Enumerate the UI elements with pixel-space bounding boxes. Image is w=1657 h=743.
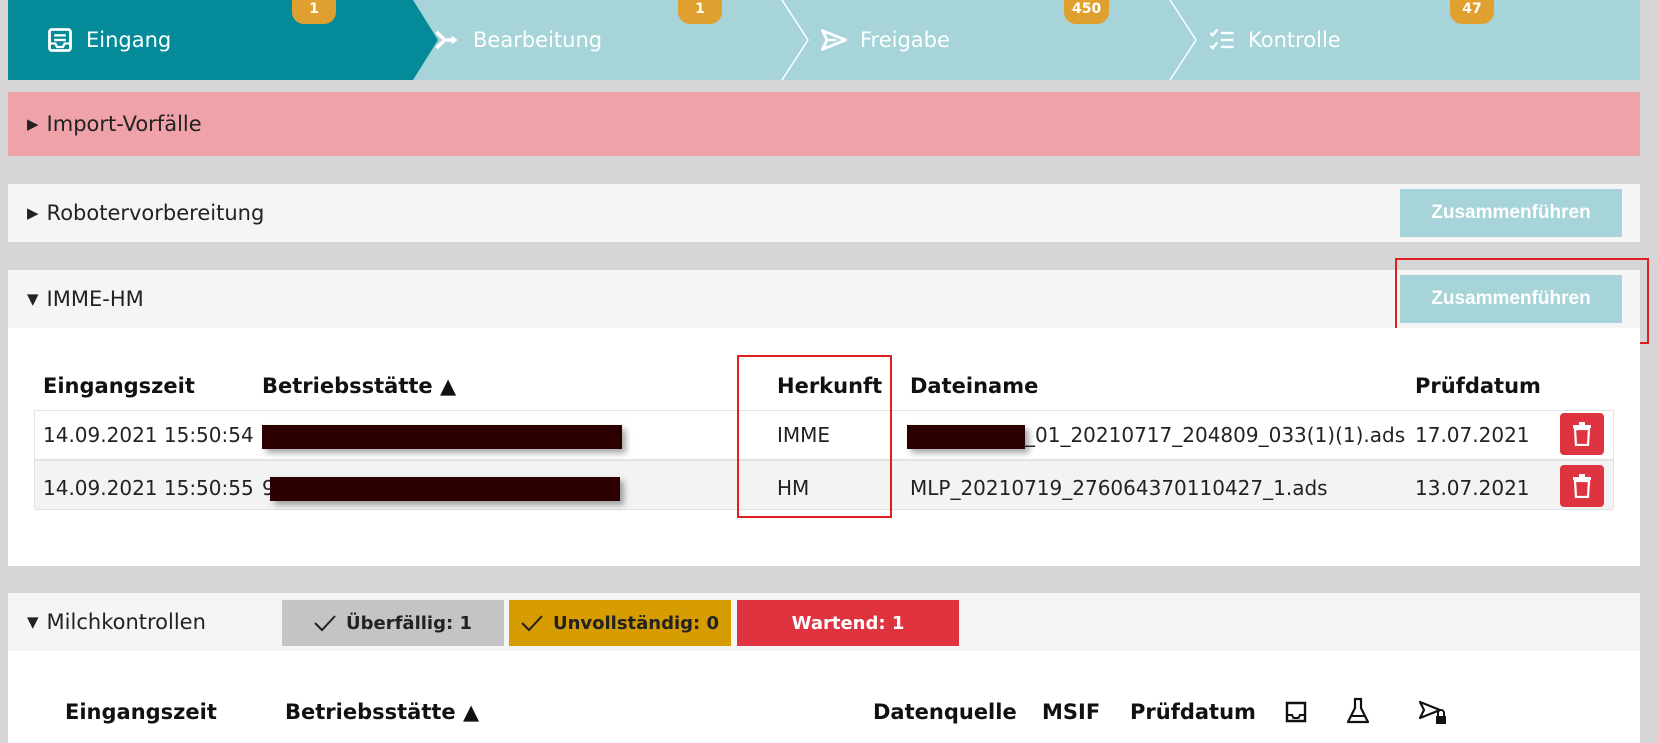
col-header-betriebsstaette[interactable]: Betriebsstätte ▲ [285, 700, 479, 724]
filter-label: Wartend: 1 [791, 612, 905, 634]
milch-table-panel [8, 651, 1640, 743]
col-header-pruefdatum[interactable]: Prüfdatum [1130, 700, 1256, 724]
step-kontrolle[interactable]: Kontrolle [1208, 0, 1341, 80]
step-label: Bearbeitung [473, 28, 603, 52]
filter-label: Überfällig: 1 [346, 612, 472, 634]
inbox-icon [48, 28, 72, 52]
cell-pruefdatum: 13.07.2021 [1415, 476, 1530, 500]
step-freigabe[interactable]: Freigabe [820, 0, 950, 80]
filter-overdue[interactable]: Überfällig: 1 [282, 600, 504, 646]
chevron-divider [781, 0, 809, 80]
cell-eingangszeit: 14.09.2021 15:50:55 [43, 476, 254, 500]
col-header-eingangszeit[interactable]: Eingangszeit [43, 374, 195, 398]
section-title: Import-Vorfälle [46, 112, 202, 136]
step-label: Freigabe [860, 28, 950, 52]
send-icon [820, 29, 848, 51]
cell-pruefdatum: 17.07.2021 [1415, 423, 1530, 447]
cell-eingangszeit: 14.09.2021 15:50:54 [43, 423, 254, 447]
workflow-stepper: Eingang 1 Bearbeitung 1 Freigabe 450 Kon… [8, 0, 1640, 80]
step-label: Eingang [86, 28, 172, 52]
trash-icon [1573, 422, 1591, 446]
redacted-betriebsstaette [262, 425, 622, 449]
checklist-icon [1209, 28, 1234, 50]
section-robotervorbereitung[interactable]: ▶ Robotervorbereitung Zusammenführen [8, 184, 1640, 242]
section-title: Milchkontrollen [46, 610, 206, 634]
cell-dateiname: MLP_20210719_276064370110427_1.ads [910, 476, 1328, 500]
step-count-badge: 47 [1450, 0, 1494, 24]
branch-icon [435, 30, 458, 50]
col-header-datenquelle[interactable]: Datenquelle [873, 700, 1017, 724]
delete-button[interactable] [1560, 465, 1604, 507]
col-header-eingangszeit[interactable]: Eingangszeit [65, 700, 217, 724]
cell-dateiname: _01_20210717_204809_033(1)(1).ads [1025, 423, 1406, 447]
collapse-triangle-icon: ▼ [27, 613, 39, 631]
trash-icon [1573, 474, 1591, 498]
inbox-icon[interactable] [1284, 700, 1308, 724]
col-header-msif[interactable]: MSIF [1042, 700, 1100, 724]
expand-triangle-icon: ▶ [27, 204, 39, 222]
send-lock-icon[interactable] [1418, 698, 1448, 726]
chevron-divider [1169, 0, 1197, 80]
expand-triangle-icon: ▶ [27, 115, 39, 133]
redacted-betriebsstaette [270, 477, 620, 501]
merge-button[interactable]: Zusammenführen [1400, 189, 1622, 237]
flask-icon[interactable] [1345, 697, 1371, 725]
step-eingang[interactable]: Eingang [8, 0, 438, 80]
collapse-triangle-icon: ▼ [27, 290, 39, 308]
section-title: Robotervorbereitung [46, 201, 265, 225]
check-icon [314, 615, 336, 632]
col-header-betriebsstaette[interactable]: Betriebsstätte ▲ [262, 374, 456, 398]
delete-button[interactable] [1560, 413, 1604, 455]
step-count-badge: 1 [292, 0, 336, 24]
col-header-pruefdatum[interactable]: Prüfdatum [1415, 374, 1541, 398]
redacted-filename-prefix [907, 425, 1025, 449]
section-import-vorfaelle[interactable]: ▶ Import-Vorfälle [8, 92, 1640, 156]
section-title: IMME-HM [46, 287, 144, 311]
check-icon [521, 615, 543, 632]
step-count-badge: 1 [678, 0, 722, 24]
highlight-box-herkunft [737, 355, 892, 518]
filter-waiting[interactable]: Wartend: 1 [737, 600, 959, 646]
step-count-badge: 450 [1064, 0, 1110, 24]
step-label: Kontrolle [1248, 28, 1341, 52]
col-header-dateiname[interactable]: Dateiname [910, 374, 1038, 398]
step-bearbeitung[interactable]: Bearbeitung [433, 0, 602, 80]
filter-incomplete[interactable]: Unvollständig: 0 [509, 600, 731, 646]
filter-label: Unvollständig: 0 [552, 612, 720, 634]
